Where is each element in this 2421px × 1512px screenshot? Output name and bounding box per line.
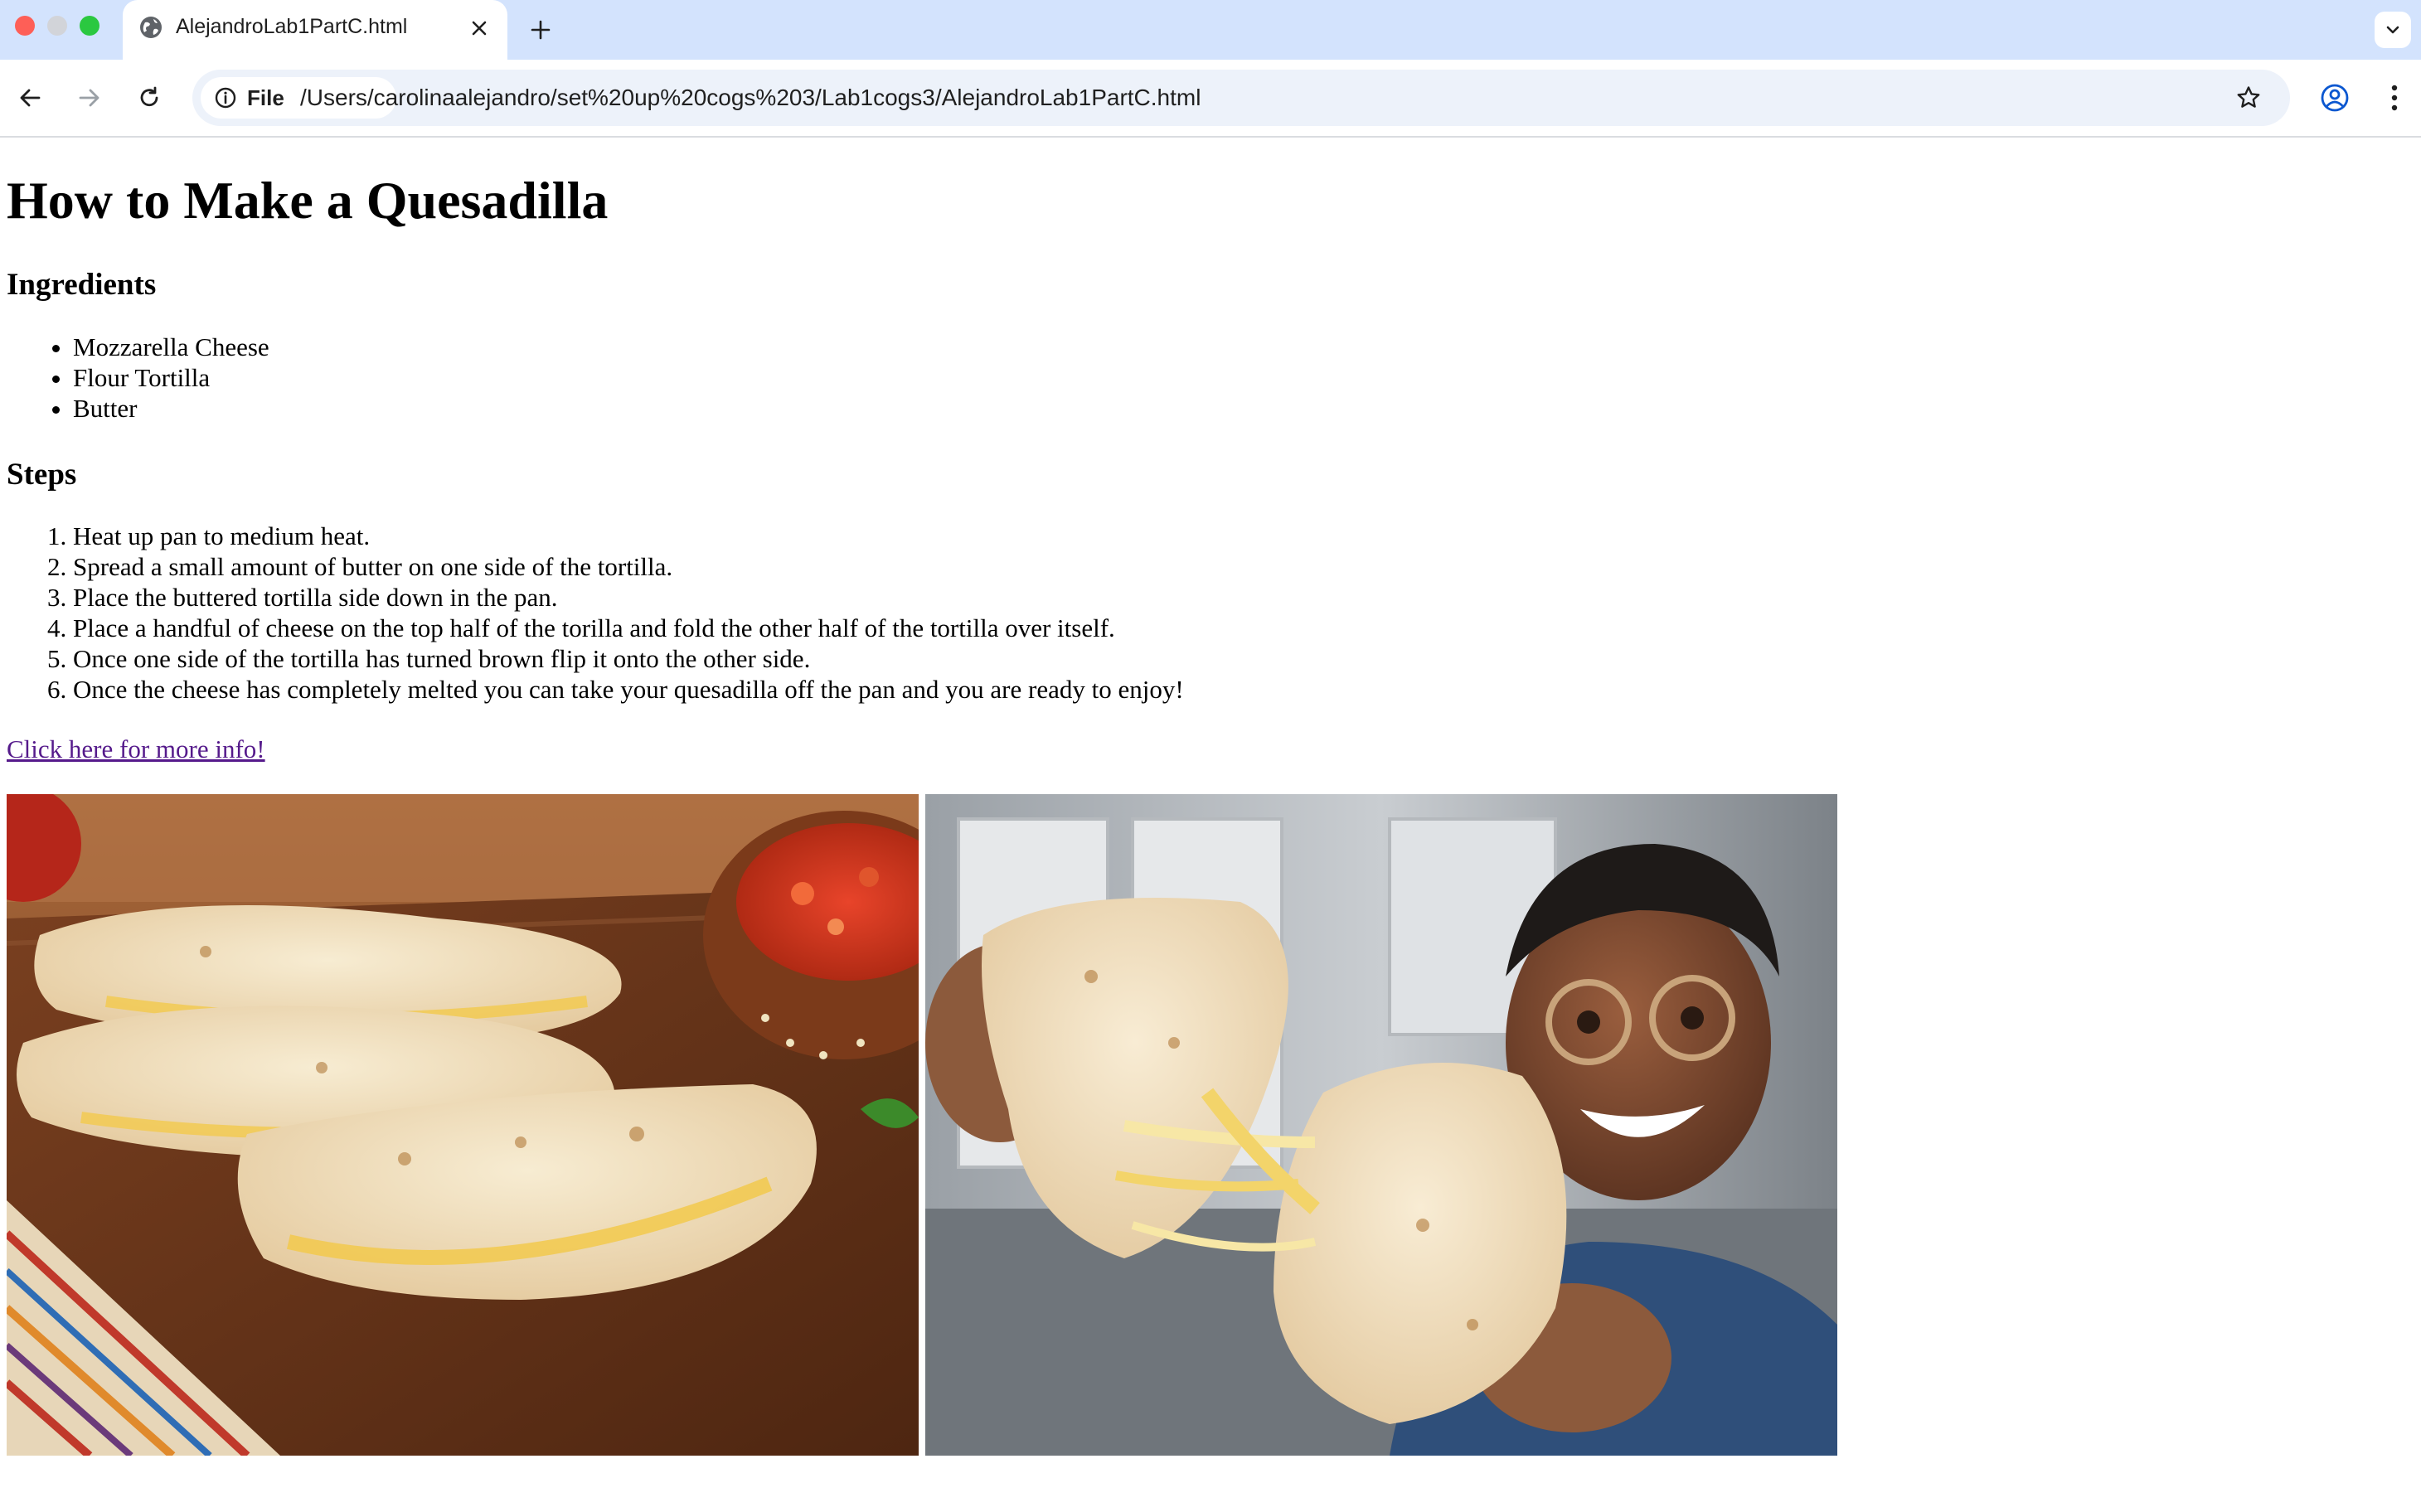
tab-strip: AlejandroLab1PartC.html bbox=[0, 0, 2421, 60]
ingredients-list: Mozzarella Cheese Flour Tortilla Butter bbox=[7, 332, 269, 424]
step-item: Spread a small amount of butter on one s… bbox=[73, 551, 1184, 582]
tab-search-chevron-down-icon[interactable] bbox=[2375, 12, 2411, 48]
back-arrow-icon[interactable] bbox=[12, 80, 48, 116]
tab-title: AlejandroLab1PartC.html bbox=[176, 15, 408, 38]
steps-heading: Steps bbox=[7, 458, 77, 492]
minimize-window-button[interactable] bbox=[47, 16, 67, 36]
step-item: Place the buttered tortilla side down in… bbox=[73, 582, 1184, 613]
cheese-pull-image bbox=[925, 794, 1837, 1456]
close-window-button[interactable] bbox=[15, 16, 35, 36]
info-icon bbox=[214, 86, 237, 109]
steps-list: Heat up pan to medium heat. Spread a sma… bbox=[7, 521, 1184, 705]
step-item: Once the cheese has completely melted yo… bbox=[73, 674, 1184, 705]
address-bar[interactable]: File /Users/carolinaalejandro/set%20up%2… bbox=[192, 70, 2290, 126]
ingredient-item: Mozzarella Cheese bbox=[73, 332, 269, 362]
ingredient-item: Butter bbox=[73, 393, 269, 424]
forward-arrow-icon[interactable] bbox=[71, 80, 108, 116]
site-info-label: File bbox=[247, 85, 284, 110]
bookmark-star-icon[interactable] bbox=[2232, 81, 2265, 114]
new-tab-icon[interactable] bbox=[524, 13, 557, 46]
active-tab[interactable]: AlejandroLab1PartC.html bbox=[123, 0, 507, 60]
browser-toolbar: File /Users/carolinaalejandro/set%20up%2… bbox=[0, 60, 2421, 138]
more-info-link[interactable]: Click here for more info! bbox=[7, 733, 265, 766]
globe-icon bbox=[138, 14, 164, 41]
step-item: Once one side of the tortilla has turned… bbox=[73, 643, 1184, 674]
ingredient-item: Flour Tortilla bbox=[73, 362, 269, 393]
kebab-menu-icon[interactable] bbox=[2376, 80, 2413, 116]
step-item: Place a handful of cheese on the top hal… bbox=[73, 613, 1184, 643]
reload-icon[interactable] bbox=[131, 80, 167, 116]
url-text[interactable]: /Users/carolinaalejandro/set%20up%20cogs… bbox=[300, 84, 1201, 112]
profile-icon[interactable] bbox=[2317, 80, 2353, 116]
close-tab-icon[interactable] bbox=[466, 15, 492, 41]
step-item: Heat up pan to medium heat. bbox=[73, 521, 1184, 551]
quesadilla-plate-image bbox=[7, 794, 919, 1456]
maximize-window-button[interactable] bbox=[80, 16, 99, 36]
page-title: How to Make a Quesadilla bbox=[7, 171, 609, 230]
ingredients-heading: Ingredients bbox=[7, 268, 157, 302]
photo-gallery bbox=[7, 794, 1841, 1456]
